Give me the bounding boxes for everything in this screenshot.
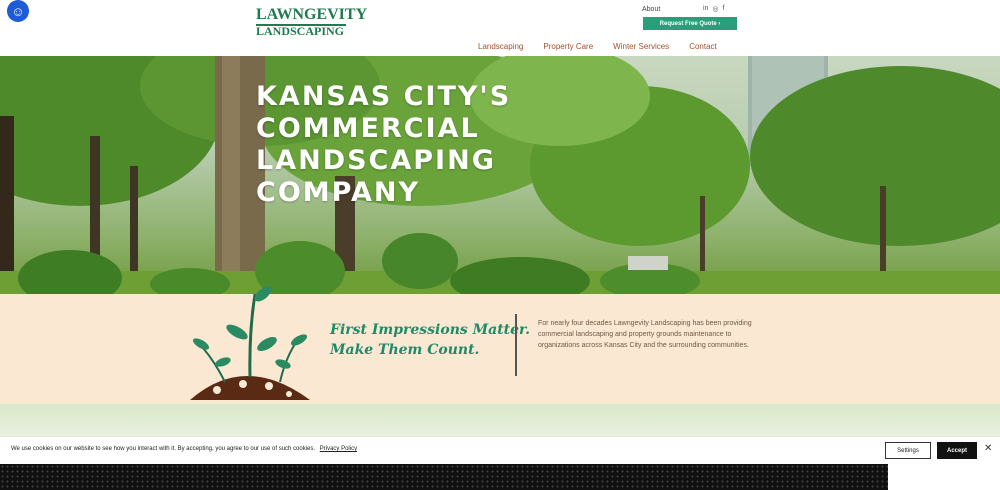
hero-title-line: COMPANY (256, 177, 420, 208)
site-logo[interactable]: LAWNGEVITY LANDSCAPING (256, 6, 367, 40)
cookie-message: We use cookies on our website to see how… (11, 446, 357, 452)
social-links: in ◎ f (703, 5, 725, 13)
main-nav: Landscaping Property Care Winter Service… (478, 42, 737, 51)
grass-band-image (0, 404, 1000, 436)
accessibility-icon[interactable]: ☺ (7, 0, 29, 22)
nav-item-winter-services[interactable]: Winter Services (613, 42, 669, 51)
privacy-policy-link[interactable]: Privacy Policy (320, 446, 357, 452)
site-header: ☺ LAWNGEVITY LANDSCAPING About in ◎ f Re… (0, 0, 1000, 56)
nav-item-landscaping[interactable]: Landscaping (478, 42, 523, 51)
logo-line1: LAWNGEVITY (256, 6, 367, 26)
vertical-divider (515, 314, 517, 376)
close-icon[interactable]: ✕ (984, 443, 992, 454)
intro-paragraph: For nearly four decades Lawngevity Lands… (538, 320, 752, 349)
hero-title: KANSAS CITY'S COMMERCIAL LANDSCAPING COM… (256, 81, 556, 209)
page: ☺ LAWNGEVITY LANDSCAPING About in ◎ f Re… (0, 0, 1000, 490)
nav-item-contact[interactable]: Contact (689, 42, 717, 51)
logo-line2: LANDSCAPING (256, 24, 345, 38)
hero-title-line: LANDSCAPING (256, 145, 496, 176)
cookie-accept-button[interactable]: Accept (937, 442, 977, 459)
about-link[interactable]: About (642, 6, 660, 13)
cookie-banner: We use cookies on our website to see how… (0, 436, 1000, 464)
hero-title-line: KANSAS CITY'S (256, 81, 512, 112)
hero-banner: KANSAS CITY'S COMMERCIAL LANDSCAPING COM… (0, 56, 1000, 294)
request-quote-button[interactable]: Request Free Quote › (643, 17, 737, 30)
cookie-settings-button[interactable]: Settings (885, 442, 931, 459)
tagline-line2: Make Them Count. (330, 342, 480, 358)
tagline: First Impressions Matter. Make Them Coun… (330, 320, 530, 360)
tagline-line1: First Impressions Matter. (330, 322, 531, 338)
dark-section-image (0, 464, 888, 490)
sprout-illustration (190, 286, 310, 400)
hero-title-line: COMMERCIAL (256, 113, 480, 144)
cookie-text: We use cookies on our website to see how… (11, 446, 316, 452)
nav-item-property-care[interactable]: Property Care (543, 42, 593, 51)
instagram-icon[interactable]: ◎ (712, 5, 718, 13)
linkedin-icon[interactable]: in (703, 5, 708, 13)
facebook-icon[interactable]: f (723, 5, 725, 13)
